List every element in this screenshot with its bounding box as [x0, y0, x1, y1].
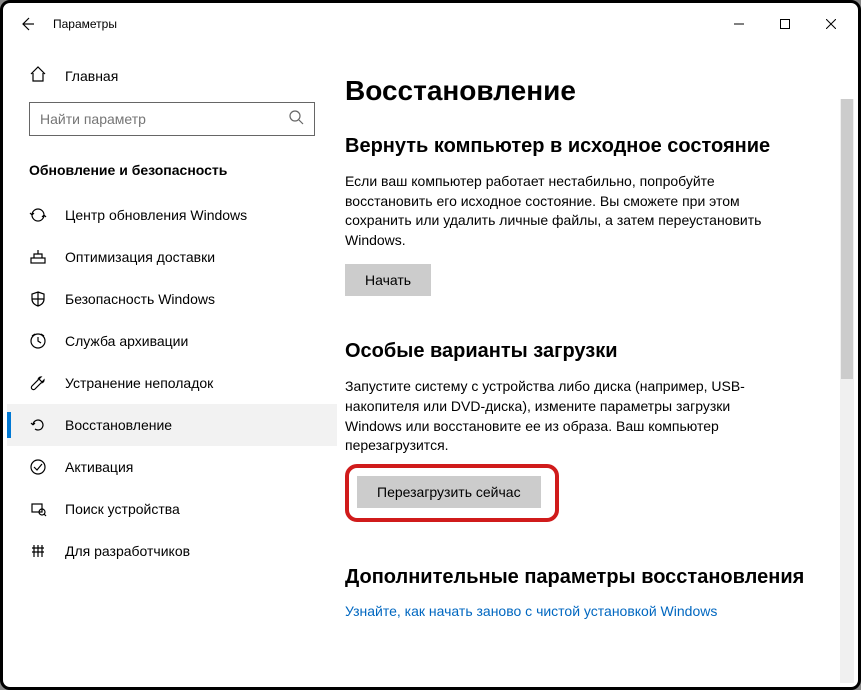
- sidebar-item-for-developers[interactable]: Для разработчиков: [7, 530, 337, 572]
- home-icon: [29, 65, 47, 86]
- sidebar-item-label: Безопасность Windows: [65, 291, 215, 307]
- start-button[interactable]: Начать: [345, 264, 431, 296]
- sidebar-item-backup[interactable]: Служба архивации: [7, 320, 337, 362]
- find-device-icon: [29, 500, 47, 518]
- sidebar-item-recovery[interactable]: Восстановление: [7, 404, 337, 446]
- activation-icon: [29, 458, 47, 476]
- sidebar-item-delivery-optimization[interactable]: Оптимизация доставки: [7, 236, 337, 278]
- advanced-startup-section: Особые варианты загрузки Запустите систе…: [345, 340, 824, 521]
- titlebar: Параметры: [7, 7, 854, 41]
- sidebar-home-label: Главная: [65, 68, 118, 84]
- back-button[interactable]: [19, 16, 35, 32]
- sidebar-item-label: Активация: [65, 459, 133, 475]
- wrench-icon: [29, 374, 47, 392]
- window-title: Параметры: [53, 17, 117, 31]
- highlight-annotation: Перезагрузить сейчас: [345, 464, 559, 522]
- sidebar-item-label: Центр обновления Windows: [65, 207, 247, 223]
- delivery-icon: [29, 248, 47, 266]
- more-heading: Дополнительные параметры восстановления: [345, 566, 824, 589]
- recovery-icon: [29, 416, 47, 434]
- sidebar-item-label: Восстановление: [65, 417, 172, 433]
- restart-now-button[interactable]: Перезагрузить сейчас: [357, 476, 541, 508]
- close-button[interactable]: [808, 8, 854, 40]
- minimize-button[interactable]: [716, 8, 762, 40]
- sidebar-item-label: Устранение неполадок: [65, 375, 213, 391]
- sidebar-item-windows-security[interactable]: Безопасность Windows: [7, 278, 337, 320]
- backup-icon: [29, 332, 47, 350]
- developer-icon: [29, 542, 47, 560]
- sidebar-item-label: Оптимизация доставки: [65, 249, 215, 265]
- scrollbar[interactable]: [840, 99, 854, 683]
- sidebar-item-troubleshoot[interactable]: Устранение неполадок: [7, 362, 337, 404]
- sidebar-item-label: Служба архивации: [65, 333, 188, 349]
- search-box[interactable]: [29, 102, 315, 136]
- sidebar-item-windows-update[interactable]: Центр обновления Windows: [7, 194, 337, 236]
- advanced-text: Запустите систему с устройства либо диск…: [345, 377, 765, 455]
- main-content: Восстановление Вернуть компьютер в исход…: [337, 41, 854, 683]
- advanced-heading: Особые варианты загрузки: [345, 340, 824, 363]
- more-recovery-section: Дополнительные параметры восстановления …: [345, 566, 824, 621]
- sync-icon: [29, 206, 47, 224]
- sidebar-category: Обновление и безопасность: [7, 150, 337, 194]
- page-title: Восстановление: [345, 75, 824, 107]
- search-input[interactable]: [40, 111, 288, 127]
- sidebar-item-activation[interactable]: Активация: [7, 446, 337, 488]
- sidebar-item-find-my-device[interactable]: Поиск устройства: [7, 488, 337, 530]
- search-icon: [288, 109, 304, 130]
- scrollbar-thumb[interactable]: [841, 99, 853, 379]
- shield-icon: [29, 290, 47, 308]
- fresh-start-link[interactable]: Узнайте, как начать заново с чистой уста…: [345, 603, 717, 619]
- sidebar-item-label: Поиск устройства: [65, 501, 180, 517]
- reset-section: Вернуть компьютер в исходное состояние Е…: [345, 135, 824, 296]
- maximize-button[interactable]: [762, 8, 808, 40]
- sidebar-home[interactable]: Главная: [7, 55, 337, 96]
- reset-heading: Вернуть компьютер в исходное состояние: [345, 135, 824, 158]
- sidebar-item-label: Для разработчиков: [65, 543, 190, 559]
- reset-text: Если ваш компьютер работает нестабильно,…: [345, 172, 765, 250]
- sidebar: Главная Обновление и безопасность Центр …: [7, 41, 337, 683]
